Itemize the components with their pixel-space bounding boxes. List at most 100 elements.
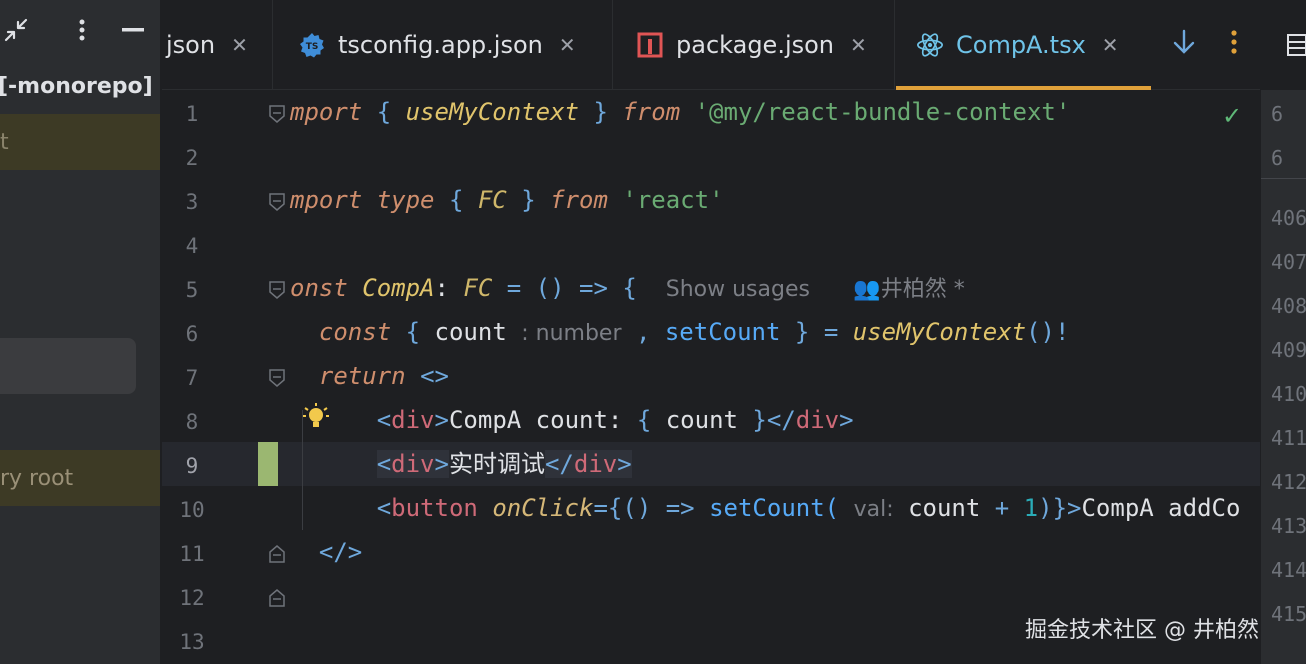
variable: count: [434, 318, 507, 346]
keyword: type: [376, 186, 435, 214]
line-number: 13: [179, 630, 205, 654]
code-line-6[interactable]: const { count : number , setCount } = us…: [290, 310, 1070, 354]
line-number: 6: [185, 322, 199, 346]
show-usages-hint[interactable]: Show usages: [666, 277, 810, 302]
comma: ,: [635, 318, 651, 346]
code-line-9[interactable]: <div>实时调试</div>: [290, 442, 632, 486]
tab-label: tsconfig.app.json: [338, 31, 543, 59]
code-line-3[interactable]: mport type { FC } from 'react': [290, 178, 724, 222]
checkmark-icon[interactable]: ✓: [1222, 102, 1242, 130]
typescript-config-icon: TS: [298, 31, 326, 59]
tree-item-highlighted[interactable]: t: [0, 114, 160, 170]
tag-name: div: [391, 450, 435, 478]
fold-icon[interactable]: [268, 104, 286, 124]
fold-icon[interactable]: [268, 280, 286, 300]
tree-item-library-root[interactable]: ry root: [0, 450, 160, 506]
keyword: return: [318, 362, 406, 390]
code-line-7[interactable]: return <>: [290, 354, 449, 398]
more-vert-icon[interactable]: [1230, 28, 1238, 63]
svg-text:TS: TS: [306, 42, 319, 52]
arrow-fn: () =>: [622, 494, 695, 522]
tag-name: div: [795, 406, 840, 434]
right-tabbar: [1261, 0, 1306, 90]
brace: {: [376, 98, 392, 126]
vcs-change-marker[interactable]: [258, 442, 278, 486]
npm-package-icon: [636, 31, 664, 59]
line-number: 3: [185, 190, 199, 214]
code-line-10[interactable]: <button onClick={() => setCount( val: co…: [290, 486, 1241, 530]
tab-tsconfig-app-json[interactable]: TS tsconfig.app.json ✕: [298, 0, 576, 90]
brace: {: [405, 318, 421, 346]
brace: {: [448, 186, 464, 214]
line-number: 5: [185, 278, 199, 302]
line-number: 10: [179, 498, 205, 522]
divider: [1261, 178, 1306, 179]
fold-icon[interactable]: [268, 588, 286, 608]
variable: setCount: [664, 318, 781, 346]
code-line-11[interactable]: </>: [290, 530, 362, 574]
identifier: CompA: [362, 274, 435, 302]
line-number: 4: [185, 234, 199, 258]
tab-compa-tsx[interactable]: CompA.tsx ✕: [916, 0, 1119, 90]
tree-item-selected[interactable]: [0, 338, 136, 394]
line-number: 413: [1271, 514, 1306, 538]
line-number: 407: [1271, 250, 1306, 274]
code-editor[interactable]: 1 2 3 4 5 6 7 8 9 10 11 12 13 ✓ mport { …: [162, 90, 1260, 664]
right-split-editor: 6 6 406 407 408 409 410 411 412 413 414 …: [1261, 0, 1306, 664]
operator: =: [823, 318, 839, 346]
fold-icon[interactable]: [268, 544, 286, 564]
line-number: 412: [1271, 470, 1306, 494]
arrow-down-icon[interactable]: [1172, 28, 1196, 63]
tab-json[interactable]: json ✕: [166, 0, 248, 90]
tag-bracket: </: [544, 450, 574, 478]
keyword: const: [318, 318, 392, 346]
tag-highlight: </div>: [544, 450, 632, 478]
close-icon[interactable]: ✕: [559, 33, 576, 57]
variable: count: [908, 494, 981, 522]
line-number-active: 9: [185, 454, 199, 478]
line-number: 408: [1271, 294, 1306, 318]
line-number: 6: [1271, 102, 1284, 126]
code-line-5[interactable]: onst CompA: FC = () => { Show usages 👥井柏…: [290, 266, 965, 310]
code-line-1[interactable]: mport { useMyContext } from '@my/react-b…: [290, 90, 1070, 134]
author-icon: 👥: [853, 277, 881, 302]
line-number: 411: [1271, 426, 1306, 450]
author-name: 井柏然 *: [880, 277, 965, 302]
line-number: 11: [179, 542, 205, 566]
close-icon[interactable]: ✕: [231, 33, 248, 57]
brace: {: [636, 406, 652, 434]
operator: ={: [593, 494, 623, 522]
tag-bracket: </: [766, 406, 796, 434]
tab-label: json: [166, 31, 216, 59]
tag-bracket: >: [839, 406, 854, 434]
keyword: from: [550, 186, 608, 214]
brace: }: [752, 406, 767, 434]
brace: }: [593, 98, 608, 126]
fold-icon[interactable]: [268, 192, 286, 212]
tab-package-json[interactable]: package.json ✕: [636, 0, 867, 90]
function-call: useMyContext: [852, 318, 1027, 346]
code-line-8[interactable]: <div>CompA count: { count }</div>: [290, 398, 854, 442]
fold-icon[interactable]: [268, 368, 286, 388]
operator: +: [994, 494, 1010, 522]
attribute: onClick: [492, 494, 594, 522]
string: 'react': [622, 186, 724, 214]
tag-bracket: >: [617, 450, 632, 478]
call-parens: )}: [1038, 494, 1068, 522]
tag-bracket: >: [434, 406, 449, 434]
fragment-tag: <>: [420, 362, 449, 390]
close-icon[interactable]: ✕: [1102, 33, 1119, 57]
close-icon[interactable]: ✕: [850, 33, 867, 57]
author-hint[interactable]: 👥井柏然 *: [853, 277, 964, 302]
minimize-icon[interactable]: [117, 14, 149, 46]
brace: }: [794, 318, 810, 346]
structure-icon[interactable]: [1287, 34, 1306, 60]
arrow-fn: () => {: [535, 274, 637, 302]
param-hint: val:: [853, 497, 894, 522]
type-hint: : number: [521, 321, 622, 346]
tag-bracket: >: [1067, 494, 1082, 522]
tab-separator: [272, 0, 273, 90]
project-root-label[interactable]: [-monorepo]: [0, 74, 153, 99]
collapse-icon[interactable]: [0, 14, 32, 46]
more-vert-icon[interactable]: [66, 14, 98, 46]
